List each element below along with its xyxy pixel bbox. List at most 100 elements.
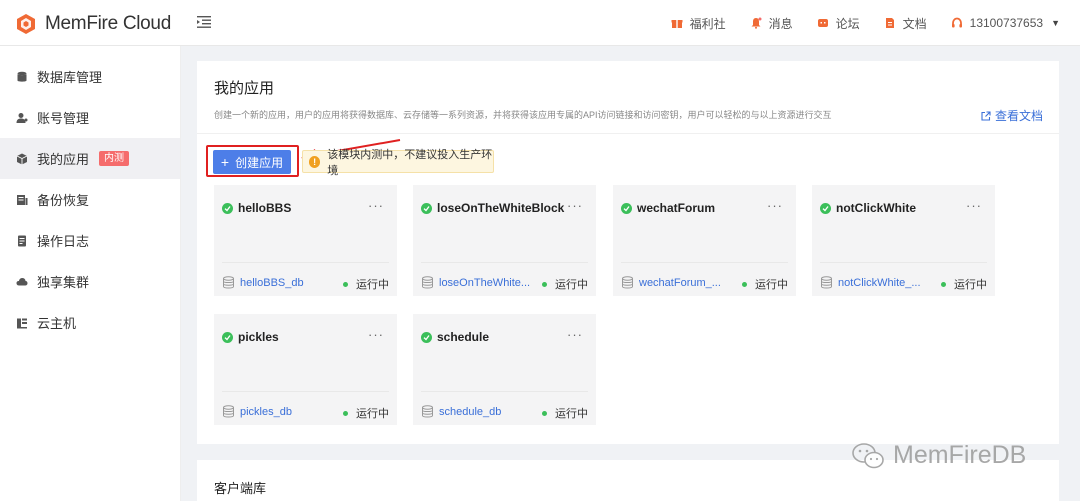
- app-db-name: pickles_db: [240, 405, 292, 418]
- sidebar-item-logs[interactable]: 操作日志: [0, 220, 180, 261]
- headset-user-icon: [951, 17, 962, 28]
- app-database-link[interactable]: helloBBS_db: [222, 276, 304, 289]
- sidebar-item-backup[interactable]: 备份恢复: [0, 179, 180, 220]
- sidebar-item-cluster[interactable]: 独享集群: [0, 261, 180, 302]
- bell-icon: [751, 17, 762, 29]
- app-card[interactable]: loseOnTheWhiteBlock ··· loseOnTheWhite..…: [413, 185, 596, 296]
- app-status-label: 运行中: [954, 279, 987, 291]
- nav-forum[interactable]: 论坛: [817, 15, 860, 32]
- app-status: 运行中: [742, 276, 788, 292]
- plus-icon: +: [220, 154, 230, 170]
- sidebar-item-database[interactable]: 数据库管理: [0, 56, 180, 97]
- watermark: MemFireDB: [851, 441, 1026, 470]
- app-name: notClickWhite: [836, 201, 916, 215]
- watermark-text: MemFireDB: [893, 441, 1027, 469]
- app-status-label: 运行中: [356, 279, 389, 291]
- sidebar-item-label: 数据库管理: [37, 70, 103, 85]
- logo[interactable]: MemFire Cloud: [15, 12, 171, 36]
- database-icon: [422, 276, 433, 289]
- page-title: 我的应用: [214, 80, 275, 97]
- backup-icon: [17, 194, 28, 205]
- check-circle-icon: [222, 202, 233, 214]
- cube-icon: [16, 153, 28, 164]
- card-divider: [621, 262, 788, 263]
- document-icon: [885, 18, 894, 28]
- sidebar-item-my-apps[interactable]: 我的应用 内测: [0, 138, 180, 179]
- check-circle-icon: [421, 331, 432, 343]
- menu-collapse-icon[interactable]: [196, 15, 212, 29]
- check-circle-icon: [820, 202, 831, 214]
- create-app-button[interactable]: + 创建应用: [213, 150, 291, 174]
- database-icon: [422, 405, 433, 418]
- app-database-link[interactable]: schedule_db: [421, 405, 501, 418]
- status-dot: [742, 281, 747, 287]
- card-divider: [222, 391, 389, 392]
- section-title: 客户端库: [214, 481, 267, 496]
- app-status: 运行中: [542, 276, 588, 292]
- status-dot: [343, 410, 348, 416]
- status-dot: [542, 281, 547, 287]
- app-card[interactable]: pickles ··· pickles_db 运行中: [214, 314, 397, 425]
- top-bar: MemFire Cloud 福利社 消息 论坛 文档 13100737653 ▼: [0, 0, 1080, 46]
- logo-text: MemFire Cloud: [45, 13, 171, 34]
- app-card[interactable]: schedule ··· schedule_db 运行中: [413, 314, 596, 425]
- card-divider: [421, 262, 588, 263]
- sidebar-item-account[interactable]: 账号管理: [0, 97, 180, 138]
- status-dot: [941, 281, 946, 287]
- chevron-down-icon: ▼: [1051, 18, 1060, 28]
- app-card[interactable]: helloBBS ··· helloBBS_db 运行中: [214, 185, 397, 296]
- create-app-label: 创建应用: [235, 155, 284, 170]
- app-card[interactable]: wechatForum ··· wechatForum_... 运行中: [613, 185, 796, 296]
- forum-icon: [817, 19, 828, 27]
- app-status: 运行中: [343, 276, 389, 292]
- more-options-icon[interactable]: ···: [567, 198, 583, 213]
- nav-docs[interactable]: 文档: [884, 15, 927, 32]
- database-icon: [223, 405, 234, 418]
- view-docs-link[interactable]: 查看文档: [981, 107, 1043, 124]
- more-options-icon[interactable]: ···: [567, 327, 583, 342]
- nav-label: 文档: [902, 16, 927, 31]
- app-database-link[interactable]: loseOnTheWhite...: [421, 276, 530, 289]
- app-database-link[interactable]: notClickWhite_...: [820, 276, 921, 289]
- app-database-link[interactable]: wechatForum_...: [621, 276, 721, 289]
- card-divider: [222, 262, 389, 263]
- app-name: wechatForum: [637, 201, 716, 215]
- app-status-label: 运行中: [555, 408, 588, 420]
- app-card-header: pickles: [222, 330, 279, 344]
- app-database-link[interactable]: pickles_db: [222, 405, 292, 418]
- app-db-name: schedule_db: [439, 405, 502, 418]
- app-name: pickles: [238, 330, 279, 344]
- database-icon: [622, 276, 633, 289]
- app-name: loseOnTheWhiteBlock: [437, 201, 565, 215]
- sidebar-item-server[interactable]: 云主机: [0, 302, 180, 343]
- sidebar-item-label: 账号管理: [37, 111, 90, 126]
- app-db-name: helloBBS_db: [240, 276, 304, 289]
- external-link-icon: [981, 110, 991, 121]
- top-nav: 福利社 消息 论坛 文档 13100737653 ▼: [647, 0, 1060, 46]
- nav-label: 福利社: [689, 16, 726, 31]
- more-options-icon[interactable]: ···: [368, 198, 384, 213]
- more-options-icon[interactable]: ···: [966, 198, 982, 213]
- check-circle-icon: [421, 202, 432, 214]
- app-db-name: loseOnTheWhite...: [439, 276, 531, 289]
- my-apps-panel: 我的应用 创建一个新的应用，用户的应用将获得数据库、云存储等一系列资源，并将获得…: [197, 61, 1059, 444]
- app-card-header: notClickWhite: [820, 201, 916, 215]
- sidebar-item-label: 云主机: [37, 316, 77, 331]
- sidebar-item-label: 备份恢复: [37, 193, 90, 208]
- card-divider: [820, 262, 987, 263]
- nav-messages[interactable]: 消息: [750, 15, 793, 32]
- app-card-header: loseOnTheWhiteBlock: [421, 201, 564, 215]
- more-options-icon[interactable]: ···: [368, 327, 384, 342]
- app-card[interactable]: notClickWhite ··· notClickWhite_... 运行中: [812, 185, 995, 296]
- user-icon: [16, 112, 28, 123]
- more-options-icon[interactable]: ···: [767, 198, 783, 213]
- app-status-label: 运行中: [555, 279, 588, 291]
- beta-badge: 内测: [99, 151, 130, 166]
- user-phone: 13100737653: [969, 16, 1044, 30]
- app-status: 运行中: [941, 276, 987, 292]
- nav-welfare[interactable]: 福利社: [671, 15, 726, 32]
- user-menu[interactable]: 13100737653 ▼: [951, 16, 1060, 30]
- database-icon: [821, 276, 832, 289]
- sidebar-item-label: 操作日志: [37, 234, 90, 249]
- database-icon: [223, 276, 234, 289]
